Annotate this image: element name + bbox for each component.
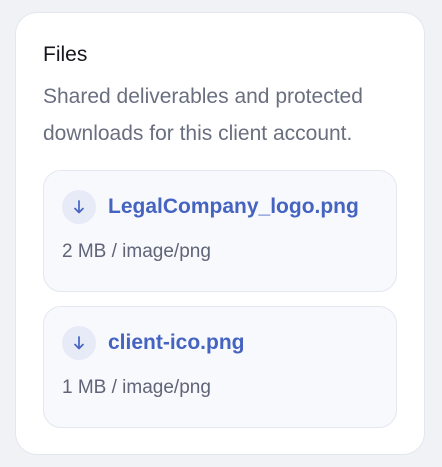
file-list: LegalCompany_logo.png 2 MB / image/png c… — [43, 170, 397, 428]
download-arrow-glyph — [74, 336, 84, 350]
file-download-link[interactable]: client-ico.png — [108, 331, 245, 355]
files-panel: Files Shared deliverables and protected … — [15, 12, 425, 455]
file-item-header: client-ico.png — [62, 325, 378, 361]
download-arrow-icon[interactable] — [62, 190, 96, 224]
download-arrow-glyph — [74, 200, 84, 214]
file-item-header: LegalCompany_logo.png — [62, 189, 378, 225]
file-item: LegalCompany_logo.png 2 MB / image/png — [43, 170, 397, 292]
panel-title: Files — [43, 43, 88, 66]
file-item: client-ico.png 1 MB / image/png — [43, 306, 397, 428]
download-arrow-icon[interactable] — [62, 326, 96, 360]
file-download-link[interactable]: LegalCompany_logo.png — [108, 195, 359, 219]
file-meta: 1 MB / image/png — [62, 377, 211, 398]
file-meta: 2 MB / image/png — [62, 241, 211, 262]
panel-description: Shared deliverables and protected downlo… — [43, 85, 363, 145]
